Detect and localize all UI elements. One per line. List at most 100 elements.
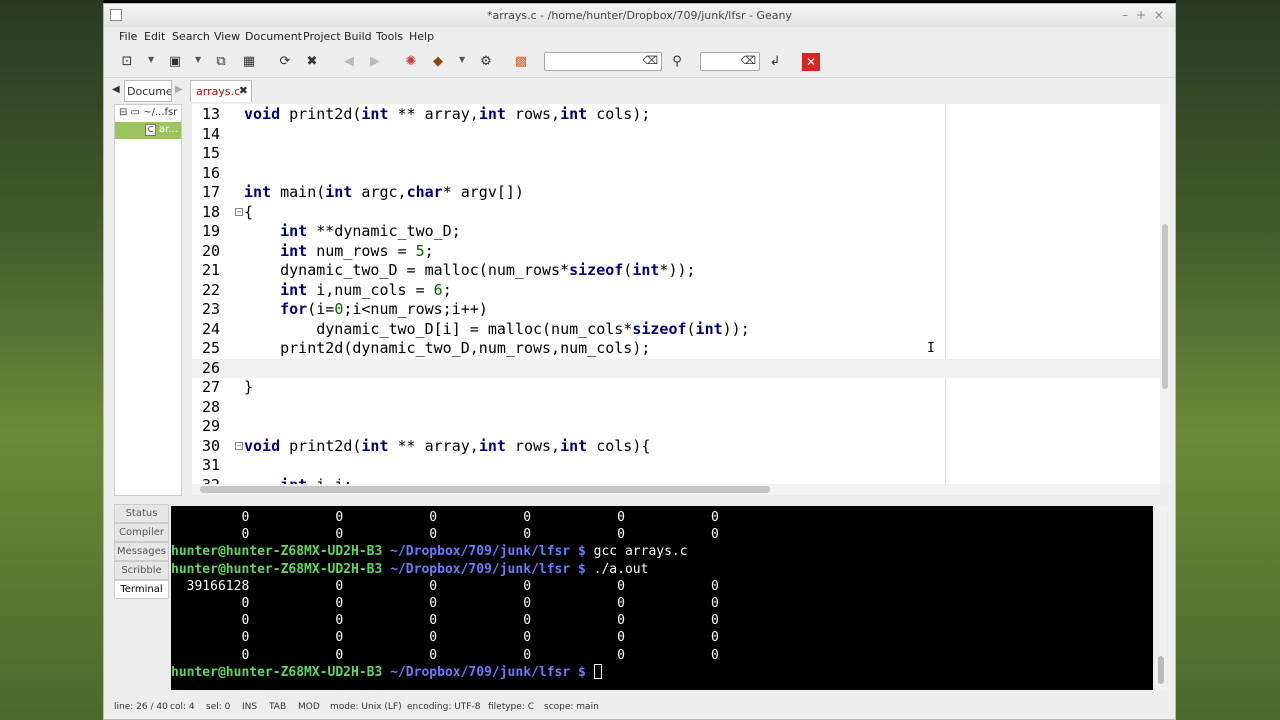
c-file-icon: C — [145, 124, 156, 136]
line-number: 26 — [201, 358, 220, 377]
close-icon[interactable]: × — [1152, 8, 1166, 22]
menu-search[interactable]: Search — [172, 30, 210, 43]
code-line[interactable]: 23 for(i=0;i<num_rows;i++) — [192, 300, 1160, 320]
file-tree-label: ar... — [159, 124, 178, 135]
code-line[interactable]: 16 — [192, 164, 1160, 184]
line-number: 32 — [192, 476, 220, 485]
new-dropdown-icon[interactable]: ▼ — [148, 55, 154, 64]
code-text: dynamic_two_D = malloc(num_rows*sizeof(i… — [244, 261, 696, 279]
desktop-background-left — [0, 0, 103, 720]
quit-icon[interactable]: ✕ — [802, 53, 820, 71]
code-line[interactable]: 32 int i,j; — [192, 476, 1160, 485]
title-bar[interactable]: *arrays.c - /home/hunter/Dropbox/709/jun… — [104, 4, 1175, 27]
menu-help[interactable]: Help — [409, 30, 434, 43]
code-text: void print2d(int ** array,int rows,int c… — [244, 436, 651, 455]
compile-icon[interactable]: ✺ — [402, 53, 420, 71]
back-icon[interactable]: ◀ — [340, 53, 358, 71]
open-file-icon[interactable]: ▣ — [166, 53, 184, 71]
code-line[interactable]: 15 — [192, 144, 1160, 164]
terminal-scroll-thumb[interactable] — [1158, 656, 1164, 684]
code-line[interactable]: 17 int main(int argc,char* argv[]) — [192, 183, 1160, 203]
save-all-icon[interactable]: ▦ — [240, 53, 258, 71]
terminal-line: 0 0 0 0 0 0 — [171, 527, 719, 543]
status-mod: MOD — [298, 702, 320, 712]
status-col: col: 4 — [170, 702, 195, 712]
terminal-line: hunter@hunter-Z68MX-UD2H-B3 ~/Dropbox/70… — [171, 561, 648, 578]
code-line[interactable]: 31 — [192, 456, 1160, 476]
terminal-panel[interactable]: 0 0 0 0 0 0 0 0 0 0 0 0 hunter@hunter-Z68… — [171, 506, 1153, 690]
menu-view[interactable]: View — [214, 30, 240, 43]
forward-icon[interactable]: ▶ — [366, 53, 384, 71]
menu-project[interactable]: Project — [303, 30, 341, 43]
tab-documents[interactable]: Documents — [124, 80, 172, 102]
minimize-icon[interactable]: – — [1118, 8, 1132, 22]
tab-scribble[interactable]: Scribble — [114, 561, 169, 580]
build-dropdown-icon[interactable]: ▼ — [459, 55, 465, 64]
sidebar-tab-left-arrow-icon[interactable]: ◀ — [112, 84, 120, 95]
line-number: 20 — [201, 241, 220, 260]
clear-search-icon[interactable]: ⌫ — [642, 54, 658, 67]
search-icon[interactable]: ⚲ — [668, 53, 686, 71]
reload-icon[interactable]: ⟳ — [276, 53, 294, 71]
file-tab-label: arrays.c — [196, 85, 241, 98]
horizontal-scroll-thumb[interactable] — [200, 486, 770, 493]
code-line[interactable]: 25 print2d(dynamic_two_D,num_rows,num_co… — [192, 339, 1160, 359]
jump-to-line-icon[interactable]: ↲ — [766, 53, 784, 71]
command-text: ./a.out — [585, 561, 649, 577]
code-line[interactable]: 30 − void print2d(int ** array,int rows,in… — [192, 437, 1160, 457]
tab-messages[interactable]: Messages — [114, 542, 169, 561]
clear-goto-icon[interactable]: ⌫ — [740, 54, 756, 67]
terminal-scrollbar[interactable] — [1155, 506, 1167, 690]
code-line[interactable]: 26 — [192, 358, 1160, 378]
folder-label: ~/...fsr — [143, 107, 178, 118]
code-line[interactable]: 19 int **dynamic_two_D; — [192, 222, 1160, 242]
tab-terminal[interactable]: Terminal — [114, 580, 169, 599]
code-line[interactable]: 24 dynamic_two_D[i] = malloc(num_cols*si… — [192, 320, 1160, 340]
menu-file[interactable]: File — [119, 30, 137, 43]
code-line[interactable]: 22 int i,num_cols = 6; — [192, 281, 1160, 301]
close-file-icon[interactable]: ✖ — [303, 53, 321, 71]
color-chooser-icon[interactable]: ▩ — [512, 53, 530, 71]
fold-toggle-icon[interactable]: − — [235, 207, 243, 216]
code-line[interactable]: 27} — [192, 378, 1160, 398]
code-text: { — [244, 202, 254, 221]
close-tab-icon[interactable]: ✖ — [239, 84, 248, 97]
menu-tools[interactable]: Tools — [376, 30, 403, 43]
code-line[interactable]: 29 — [192, 417, 1160, 437]
menu-build[interactable]: Build — [344, 30, 372, 43]
folder-tree-item[interactable]: ⊟ ▭ ~/...fsr — [115, 105, 181, 122]
editor-horizontal-scrollbar[interactable] — [192, 484, 1160, 495]
fold-toggle-icon[interactable]: − — [235, 441, 243, 450]
build-icon[interactable]: ◆ — [429, 53, 447, 71]
sidebar-tab-right-arrow-icon[interactable]: ▶ — [175, 84, 183, 95]
execute-gear-icon[interactable]: ⚙ — [477, 53, 495, 71]
code-editor[interactable]: 13 void print2d(int ** array,int rows,int… — [192, 104, 1160, 484]
line-number: 17 — [201, 183, 220, 201]
code-line[interactable]: 21 dynamic_two_D = malloc(num_rows*sizeo… — [192, 261, 1160, 281]
code-text: int num_rows = 5; — [280, 241, 434, 260]
save-icon[interactable]: ⧉ — [212, 53, 230, 71]
search-input[interactable]: ⌫ — [544, 52, 662, 71]
prompt-path: ~/Dropbox/709/junk/lfsr $ — [382, 544, 586, 560]
vertical-scroll-thumb[interactable] — [1162, 224, 1168, 389]
code-line[interactable]: 13 void print2d(int ** array,int rows,int… — [192, 105, 1160, 125]
open-dropdown-icon[interactable]: ▼ — [195, 55, 201, 64]
file-tree-item[interactable]: Car... — [115, 122, 181, 139]
maximize-icon[interactable]: + — [1134, 8, 1148, 22]
tab-status[interactable]: Status — [114, 504, 169, 523]
code-line[interactable]: 20 int num_rows = 5; — [192, 242, 1160, 262]
line-number: 18 — [201, 202, 220, 221]
code-line[interactable]: 14 — [192, 125, 1160, 145]
code-line[interactable]: 28 — [192, 398, 1160, 418]
code-text: int i,num_cols = 6; — [280, 280, 452, 299]
menu-edit[interactable]: Edit — [144, 30, 165, 43]
goto-line-input[interactable]: ⌫ — [700, 52, 760, 71]
file-tab-arrays-c[interactable]: arrays.c ✖ — [190, 80, 252, 102]
editor-vertical-scrollbar[interactable] — [1160, 104, 1170, 484]
menu-document[interactable]: Document — [245, 30, 302, 43]
tab-compiler[interactable]: Compiler — [114, 523, 169, 542]
code-line[interactable]: 18 −{ — [192, 203, 1160, 223]
new-file-icon[interactable]: ⊡ — [118, 53, 136, 71]
terminal-line: 0 0 0 0 0 0 — [171, 630, 719, 646]
line-number: 24 — [201, 319, 220, 338]
